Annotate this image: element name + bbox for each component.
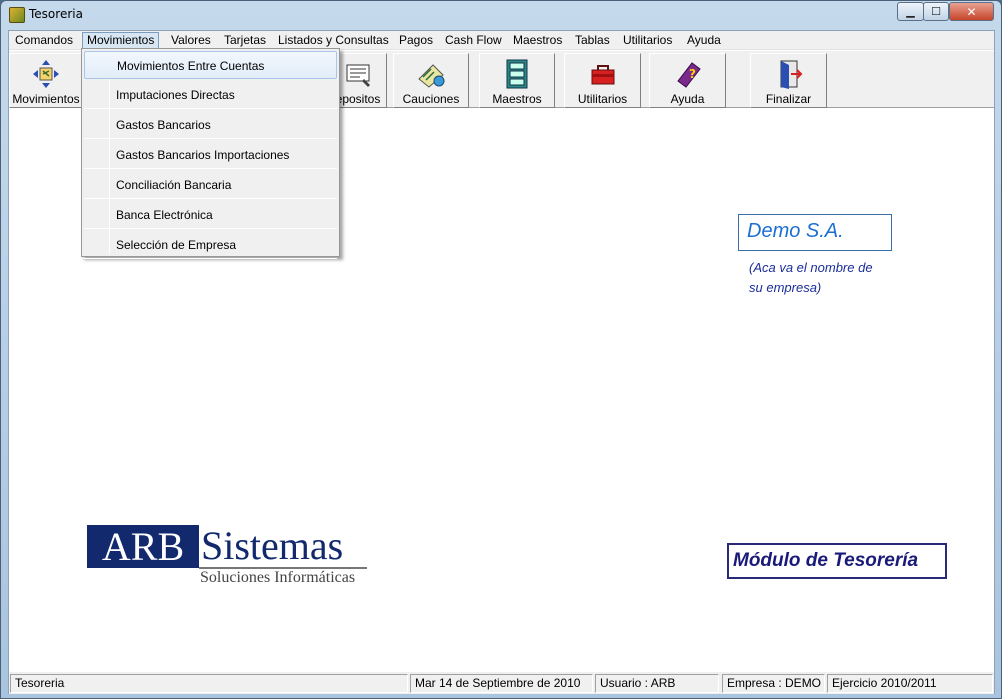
menu-maestros[interactable]: Maestros xyxy=(509,32,566,49)
logo-subtitle: Soluciones Informáticas xyxy=(200,569,356,586)
status-exercise: Ejercicio 2010/2011 xyxy=(827,674,993,693)
menu-pagos[interactable]: Pagos xyxy=(395,32,437,49)
app-window: Tesoreria ▁ ☐ ✕ Comandos Movimientos Val… xyxy=(0,0,1002,699)
module-title: Módulo de Tesorería xyxy=(733,550,919,571)
menu-item-gastos-bancarios-importaciones[interactable]: Gastos Bancarios Importaciones xyxy=(84,141,337,169)
svg-text:?: ? xyxy=(689,67,696,81)
toolbar-label: Movimientos xyxy=(12,92,80,106)
menu-valores[interactable]: Valores xyxy=(167,32,215,49)
help-book-icon: ? xyxy=(676,62,701,88)
client-area: Comandos Movimientos Valores Tarjetas Li… xyxy=(8,30,995,694)
cabinet-icon xyxy=(506,59,528,89)
company-hint-line: su empresa) xyxy=(749,280,822,295)
menu-cash-flow[interactable]: Cash Flow xyxy=(441,32,506,49)
cauciones-icon xyxy=(418,64,445,88)
status-date: Mar 14 de Septiembre de 2010 xyxy=(410,674,593,693)
module-title-box: Módulo de Tesorería xyxy=(727,543,947,579)
menu-comandos[interactable]: Comandos xyxy=(11,32,77,49)
close-icon: ✕ xyxy=(966,4,977,19)
exit-door-icon xyxy=(780,60,802,89)
menu-tarjetas[interactable]: Tarjetas xyxy=(220,32,270,49)
maximize-icon: ☐ xyxy=(931,5,941,18)
window-title: Tesoreria xyxy=(29,7,83,21)
company-hint-line: (Aca va el nombre de xyxy=(749,260,873,275)
status-bar: Tesoreria Mar 14 de Septiembre de 2010 U… xyxy=(9,672,994,694)
menu-ayuda[interactable]: Ayuda xyxy=(683,32,725,49)
menu-utilitarios[interactable]: Utilitarios xyxy=(619,32,676,49)
toolbar-movimientos-button[interactable]: Movimientos xyxy=(9,53,83,108)
close-button[interactable]: ✕ xyxy=(949,2,994,21)
arrows-icon xyxy=(33,60,59,88)
menu-item-movimientos-entre-cuentas[interactable]: Movimientos Entre Cuentas xyxy=(84,51,337,79)
toolbar-label: Cauciones xyxy=(402,92,460,106)
logo-sistemas: Sistemas xyxy=(201,523,344,568)
arb-sistemas-logo: ARB Sistemas Soluciones Informáticas xyxy=(87,523,377,595)
status-app: Tesoreria xyxy=(10,674,408,693)
menu-item-gastos-bancarios[interactable]: Gastos Bancarios xyxy=(84,111,337,139)
toolbar-maestros-button[interactable]: Maestros xyxy=(479,53,555,108)
title-bar[interactable]: Tesoreria ▁ ☐ ✕ xyxy=(1,1,1001,29)
menu-tablas[interactable]: Tablas xyxy=(571,32,614,49)
menu-listados-consultas[interactable]: Listados y Consultas xyxy=(274,32,393,49)
minimize-button[interactable]: ▁ xyxy=(897,2,924,21)
logo-arb: ARB xyxy=(87,525,199,568)
menu-item-conciliacion-bancaria[interactable]: Conciliación Bancaria xyxy=(84,171,337,199)
toolbar-label: Utilitarios xyxy=(577,92,628,106)
toolbar-ayuda-button[interactable]: ? Ayuda xyxy=(649,53,726,108)
menu-item-banca-electronica[interactable]: Banca Electrónica xyxy=(84,201,337,229)
toolbox-icon xyxy=(591,65,614,85)
company-hint: (Aca va el nombre de su empresa) xyxy=(749,258,899,298)
movimientos-dropdown-menu: Movimientos Entre Cuentas Imputaciones D… xyxy=(81,48,340,259)
menu-item-imputaciones-directas[interactable]: Imputaciones Directas xyxy=(84,81,337,109)
toolbar-finalizar-button[interactable]: Finalizar xyxy=(750,53,827,108)
status-user: Usuario : ARB xyxy=(595,674,719,693)
deposit-icon xyxy=(346,64,370,87)
toolbar-label: Maestros xyxy=(492,92,542,106)
app-icon xyxy=(9,7,25,23)
toolbar-label: Finalizar xyxy=(765,92,812,106)
toolbar-utilitarios-button[interactable]: Utilitarios xyxy=(564,53,641,108)
company-name-box: Demo S.A. xyxy=(738,214,892,251)
menu-item-seleccion-de-empresa[interactable]: Selección de Empresa xyxy=(84,231,337,259)
menu-movimientos[interactable]: Movimientos xyxy=(82,32,160,49)
company-name: Demo S.A. xyxy=(747,220,844,242)
minimize-icon: ▁ xyxy=(906,5,915,18)
toolbar-cauciones-button[interactable]: Cauciones xyxy=(393,53,469,108)
status-company: Empresa : DEMO xyxy=(722,674,825,693)
toolbar-label: Ayuda xyxy=(670,92,705,106)
maximize-button[interactable]: ☐ xyxy=(923,2,949,21)
